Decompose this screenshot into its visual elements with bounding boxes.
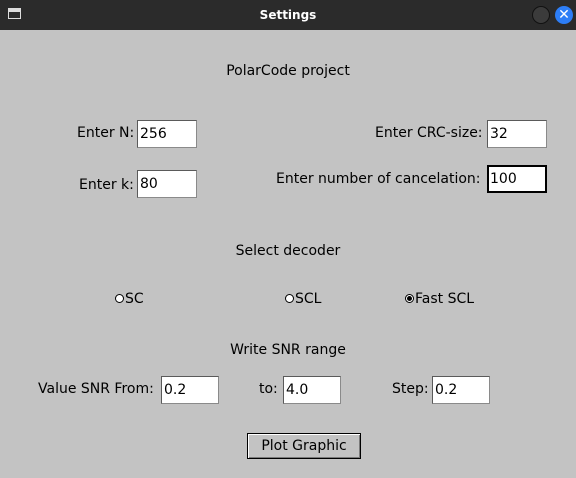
minimize-button[interactable] <box>532 6 550 24</box>
radio-sc-indicator <box>115 293 124 303</box>
title-bar: Settings ✕ <box>0 0 576 30</box>
cancelation-input[interactable] <box>487 165 547 193</box>
cancelation-label: Enter number of cancelation: <box>276 171 481 187</box>
radio-sc-label: SC <box>125 291 144 307</box>
snr-from-input[interactable] <box>161 376 219 404</box>
window-title: Settings <box>259 8 317 22</box>
plot-graphic-button[interactable]: Plot Graphic <box>247 433 361 459</box>
k-label: Enter k: <box>79 177 134 193</box>
radio-fast-scl-label: Fast SCL <box>415 291 475 307</box>
snr-from-label: Value SNR From: <box>38 381 154 397</box>
settings-panel: PolarCode project Enter N: Enter k: Ente… <box>2 30 574 478</box>
snr-to-label: to: <box>259 381 278 397</box>
snr-heading: Write SNR range <box>230 342 346 358</box>
crc-label: Enter CRC-size: <box>375 125 483 141</box>
snr-step-label: Step: <box>392 381 429 397</box>
project-title: PolarCode project <box>226 63 350 79</box>
k-input[interactable] <box>137 170 197 198</box>
snr-step-input[interactable] <box>432 376 490 404</box>
n-input[interactable] <box>137 120 197 148</box>
crc-input[interactable] <box>487 120 547 148</box>
close-icon: ✕ <box>558 7 570 23</box>
snr-to-input[interactable] <box>283 376 341 404</box>
radio-fast-scl[interactable]: Fast SCL <box>405 291 474 307</box>
radio-fast-scl-indicator <box>405 293 414 303</box>
n-label: Enter N: <box>77 125 135 141</box>
radio-scl-label: SCL <box>295 291 322 307</box>
decoder-heading: Select decoder <box>235 243 341 259</box>
radio-scl-indicator <box>285 293 294 303</box>
radio-scl[interactable]: SCL <box>285 291 321 307</box>
close-button[interactable]: ✕ <box>555 6 573 24</box>
radio-sc[interactable]: SC <box>115 291 144 307</box>
